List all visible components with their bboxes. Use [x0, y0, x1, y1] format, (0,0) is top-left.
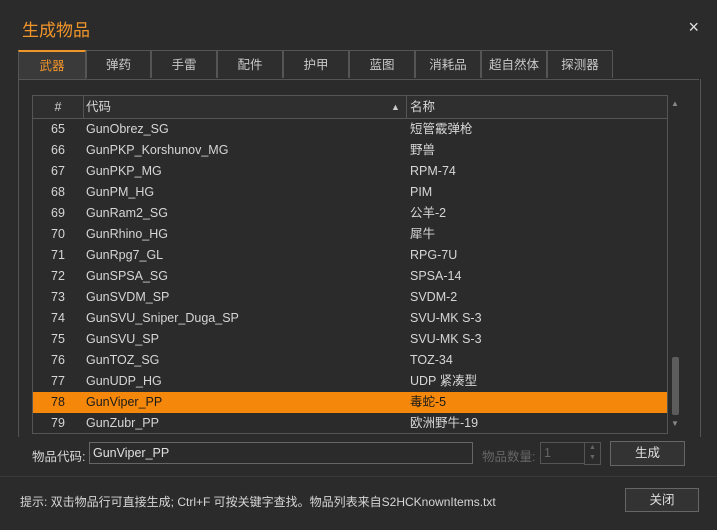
- cell-code: GunObrez_SG: [86, 122, 169, 136]
- cell-name: 欧洲野牛-19: [410, 416, 479, 430]
- scroll-thumb[interactable]: [672, 357, 679, 415]
- cell-name: 毒蛇-5: [410, 395, 447, 409]
- cell-code: GunSVU_SP: [86, 332, 159, 346]
- cell-code: GunRpg7_GL: [86, 248, 164, 262]
- item-code-label: 物品代码:: [32, 450, 86, 464]
- cell-num: 70: [51, 227, 65, 241]
- cell-num: 67: [51, 164, 65, 178]
- table-row[interactable]: 77 GunUDP_HG UDP 紧凑型: [33, 371, 667, 392]
- cell-name: SVU-MK S-3: [410, 332, 482, 346]
- header-name[interactable]: 名称: [410, 96, 435, 118]
- item-qty-label: 物品数量:: [482, 450, 536, 464]
- cell-num: 69: [51, 206, 65, 220]
- cell-code: GunSVU_Sniper_Duga_SP: [86, 311, 239, 325]
- cell-name: SVU-MK S-3: [410, 311, 482, 325]
- cell-code: GunPKP_MG: [86, 164, 162, 178]
- cell-num: 68: [51, 185, 65, 199]
- tab-attachments[interactable]: 配件: [217, 50, 283, 78]
- cell-num: 65: [51, 122, 65, 136]
- table-row[interactable]: 73 GunSVDM_SP SVDM-2: [33, 287, 667, 308]
- table-row[interactable]: 79 GunZubr_PP 欧洲野牛-19: [33, 413, 667, 433]
- close-button[interactable]: 关闭: [625, 488, 699, 512]
- tab-grenades[interactable]: 手雷: [151, 50, 217, 78]
- cell-name: TOZ-34: [410, 353, 453, 367]
- table-row[interactable]: 67 GunPKP_MG RPM-74: [33, 161, 667, 182]
- tab-blueprints[interactable]: 蓝图: [349, 50, 415, 78]
- cell-num: 73: [51, 290, 65, 304]
- cell-code: GunViper_PP: [86, 395, 163, 409]
- header-code[interactable]: 代码: [86, 96, 111, 118]
- cell-name: 犀牛: [410, 227, 436, 241]
- item-table: # 代码 ▲ 名称 65 GunObrez_SG 短管霰弹枪 66 GunPKP_Kor…: [32, 95, 668, 434]
- cell-name: RPM-74: [410, 164, 456, 178]
- table-row[interactable]: 68 GunPM_HG PIM: [33, 182, 667, 203]
- cell-code: GunZubr_PP: [86, 416, 159, 430]
- cell-name: RPG-7U: [410, 248, 458, 262]
- cell-name: SPSA-14: [410, 269, 462, 283]
- cell-num: 78: [51, 395, 65, 409]
- tab-supernatural[interactable]: 超自然体: [481, 50, 547, 78]
- table-row[interactable]: 71 GunRpg7_GL RPG-7U: [33, 245, 667, 266]
- cell-num: 79: [51, 416, 65, 430]
- cell-code: GunTOZ_SG: [86, 353, 160, 367]
- cell-code: GunSVDM_SP: [86, 290, 170, 304]
- cell-name: 野兽: [410, 143, 436, 157]
- cell-name: 公羊-2: [410, 206, 447, 220]
- cell-num: 72: [51, 269, 65, 283]
- cell-code: GunRhino_HG: [86, 227, 168, 241]
- cell-name: 短管霰弹枪: [410, 122, 473, 136]
- item-qty-input[interactable]: 1: [540, 442, 585, 464]
- table-header: # 代码 ▲ 名称: [33, 96, 667, 119]
- table-row[interactable]: 74 GunSVU_Sniper_Duga_SP SVU-MK S-3: [33, 308, 667, 329]
- hint-text: 提示: 双击物品行可直接生成; Ctrl+F 可按关键字查找。物品列表来自S2H…: [20, 495, 496, 509]
- tab-consumables[interactable]: 消耗品: [415, 50, 481, 78]
- generate-button[interactable]: 生成: [610, 441, 685, 466]
- cell-num: 74: [51, 311, 65, 325]
- table-scrollbar[interactable]: ▲ ▼: [668, 95, 683, 432]
- table-row[interactable]: 76 GunTOZ_SG TOZ-34: [33, 350, 667, 371]
- tab-weapons[interactable]: 武器: [18, 50, 86, 79]
- table-row[interactable]: 69 GunRam2_SG 公羊-2: [33, 203, 667, 224]
- table-row[interactable]: 65 GunObrez_SG 短管霰弹枪: [33, 119, 667, 140]
- spin-down-icon[interactable]: ▼: [589, 454, 596, 461]
- scroll-up-icon[interactable]: ▲: [671, 99, 679, 108]
- cell-code: GunPKP_Korshunov_MG: [86, 143, 229, 157]
- tab-detectors[interactable]: 探测器: [547, 50, 613, 78]
- header-num[interactable]: #: [33, 96, 83, 118]
- cell-code: GunUDP_HG: [86, 374, 162, 388]
- cell-code: GunSPSA_SG: [86, 269, 168, 283]
- cell-name: PIM: [410, 185, 433, 199]
- cell-name: SVDM-2: [410, 290, 458, 304]
- table-row[interactable]: 78 GunViper_PP 毒蛇-5: [33, 392, 667, 413]
- table-row[interactable]: 75 GunSVU_SP SVU-MK S-3: [33, 329, 667, 350]
- scroll-down-icon[interactable]: ▼: [671, 419, 679, 428]
- item-code-input[interactable]: GunViper_PP: [89, 442, 473, 464]
- close-icon[interactable]: ×: [688, 17, 699, 38]
- tab-armor[interactable]: 护甲: [283, 50, 349, 78]
- sort-ascending-icon: ▲: [391, 102, 400, 112]
- cell-name: UDP 紧凑型: [410, 374, 478, 388]
- tab-ammo[interactable]: 弹药: [86, 50, 151, 78]
- cell-code: GunRam2_SG: [86, 206, 168, 220]
- spin-up-icon[interactable]: ▲: [589, 444, 596, 451]
- table-row[interactable]: 70 GunRhino_HG 犀牛: [33, 224, 667, 245]
- cell-num: 77: [51, 374, 65, 388]
- cell-num: 75: [51, 332, 65, 346]
- tab-bar: 武器 弹药 手雷 配件 护甲 蓝图 消耗品 超自然体 探测器: [18, 50, 613, 79]
- table-row[interactable]: 72 GunSPSA_SG SPSA-14: [33, 266, 667, 287]
- footer-divider: [0, 476, 717, 477]
- cell-num: 66: [51, 143, 65, 157]
- table-row[interactable]: 66 GunPKP_Korshunov_MG 野兽: [33, 140, 667, 161]
- window-title: 生成物品: [22, 21, 90, 40]
- cell-num: 71: [51, 248, 65, 262]
- qty-stepper[interactable]: ▲ ▼: [584, 442, 601, 465]
- cell-code: GunPM_HG: [86, 185, 155, 199]
- cell-num: 76: [51, 353, 65, 367]
